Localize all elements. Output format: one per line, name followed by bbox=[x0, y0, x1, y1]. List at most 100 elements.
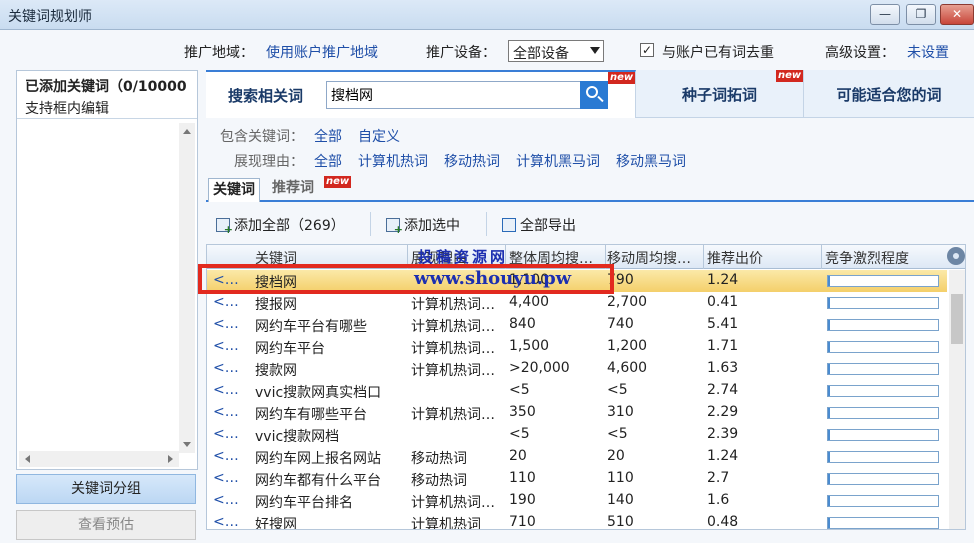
watermark-title: 投稿资源网 bbox=[418, 248, 509, 266]
minimize-button[interactable]: — bbox=[870, 4, 900, 25]
advanced-label: 高级设置： bbox=[825, 45, 895, 61]
scrollbar-thumb[interactable] bbox=[951, 294, 963, 344]
competition-bar-fill bbox=[828, 452, 830, 462]
device-label: 推广设备： bbox=[426, 45, 496, 61]
reason-cell: 移动热词 bbox=[411, 473, 467, 489]
reason-filter-row: 展现理由： 全部 计算机热词 移动热词 计算机黑马词 移动黑马词 bbox=[234, 151, 702, 171]
table-row[interactable]: <… 好搜网 计算机热词 710 510 0.48 bbox=[207, 512, 947, 529]
competition-bar-fill bbox=[828, 408, 830, 418]
bid-cell: 2.7 bbox=[707, 470, 730, 486]
title-bar: 关键词规划师 — ❐ ✕ bbox=[0, 0, 974, 30]
table-row[interactable]: <… vvic搜款网真实档口 <5 <5 2.74 bbox=[207, 380, 947, 402]
tab-suitable-words[interactable]: 可能适合您的词 bbox=[804, 70, 974, 118]
keyword-group-button[interactable]: 关键词分组 bbox=[16, 474, 196, 504]
add-keyword-link[interactable]: <… bbox=[213, 404, 249, 420]
table-row[interactable]: <… 网约车平台有哪些 计算机热词… 840 740 5.41 bbox=[207, 314, 947, 336]
keyword-cell: vvic搜款网真实档口 bbox=[255, 385, 382, 401]
reason-option-all[interactable]: 全部 bbox=[314, 151, 342, 171]
table-scrollbar[interactable] bbox=[949, 270, 965, 529]
tab-seed-expand[interactable]: 种子词拓词 new bbox=[636, 70, 804, 118]
add-keyword-link[interactable]: <… bbox=[213, 448, 249, 464]
keyword-cell: 搜报网 bbox=[255, 297, 297, 313]
add-keyword-link[interactable]: <… bbox=[213, 294, 249, 310]
bid-cell: 1.6 bbox=[707, 492, 730, 508]
header-mobile-weekly[interactable]: 移动周均搜… bbox=[607, 248, 703, 268]
search-icon-handle bbox=[597, 95, 604, 103]
new-badge: new bbox=[324, 176, 352, 188]
bid-cell: 0.41 bbox=[707, 294, 739, 310]
bid-cell: 1.71 bbox=[707, 338, 739, 354]
new-badge: new bbox=[776, 70, 804, 82]
scroll-up-icon[interactable] bbox=[183, 129, 191, 134]
new-badge: new bbox=[608, 72, 636, 84]
added-keywords-hint: 支持框内编辑 bbox=[25, 101, 109, 117]
close-button[interactable]: ✕ bbox=[940, 4, 974, 25]
tab-search-related[interactable]: 搜索相关词 new bbox=[206, 70, 636, 118]
reason-option-pc-darkhorse[interactable]: 计算机黑马词 bbox=[516, 151, 600, 171]
device-select[interactable]: 全部设备 bbox=[508, 40, 604, 62]
competition-bar-fill bbox=[828, 386, 830, 396]
add-keyword-link[interactable]: <… bbox=[213, 470, 249, 486]
add-keyword-link[interactable]: <… bbox=[213, 382, 249, 398]
view-estimate-button[interactable]: 查看预估 bbox=[16, 510, 196, 540]
include-option-all[interactable]: 全部 bbox=[314, 126, 342, 146]
reason-option-pc-hot[interactable]: 计算机热词 bbox=[358, 151, 428, 171]
header-bid[interactable]: 推荐出价 bbox=[707, 248, 763, 268]
advanced-link[interactable]: 未设置 bbox=[907, 42, 949, 62]
horizontal-scrollbar[interactable] bbox=[19, 451, 179, 467]
table-row[interactable]: <… 网约车网上报名网站 移动热词 20 20 1.24 bbox=[207, 446, 947, 468]
tab-search-related-label: 搜索相关词 bbox=[228, 87, 304, 105]
gear-icon[interactable] bbox=[947, 247, 965, 265]
keyword-cell: 网约车平台 bbox=[255, 341, 325, 357]
export-all-button[interactable]: 全部导出 bbox=[502, 215, 576, 235]
tab-recommended[interactable]: 推荐词 bbox=[272, 178, 314, 200]
region-link[interactable]: 使用账户推广地域 bbox=[266, 42, 378, 62]
scroll-right-icon[interactable] bbox=[168, 455, 173, 463]
add-keyword-link[interactable]: <… bbox=[213, 316, 249, 332]
reason-option-mobile-hot[interactable]: 移动热词 bbox=[444, 151, 500, 171]
added-keywords-count: 已添加关键词（0/10000 bbox=[25, 79, 187, 95]
pc-weekly-cell: 840 bbox=[509, 316, 536, 332]
add-keyword-link[interactable]: <… bbox=[213, 338, 249, 354]
header-competition[interactable]: 竞争激烈程度 bbox=[825, 248, 909, 268]
table-row[interactable]: <… vvic搜款网档 <5 <5 2.39 bbox=[207, 424, 947, 446]
keyword-cell: 网约车都有什么平台 bbox=[255, 473, 381, 489]
maximize-button[interactable]: ❐ bbox=[906, 4, 936, 25]
vertical-scrollbar[interactable] bbox=[179, 123, 195, 453]
table-row[interactable]: <… 网约车平台 计算机热词… 1,500 1,200 1.71 bbox=[207, 336, 947, 358]
mobile-weekly-cell: 790 bbox=[607, 272, 634, 288]
add-keyword-link[interactable]: <… bbox=[213, 426, 249, 442]
keyword-cell: vvic搜款网档 bbox=[255, 429, 340, 445]
competition-bar bbox=[827, 429, 939, 441]
settings-row: 推广地域： 使用账户推广地域 推广设备： 全部设备 ✓ 与账户已有词去重 高级设… bbox=[0, 38, 974, 64]
table-row[interactable]: <… 网约车平台排名 计算机热词… 190 140 1.6 bbox=[207, 490, 947, 512]
include-option-custom[interactable]: 自定义 bbox=[358, 126, 400, 146]
dedupe-checkbox[interactable]: ✓ bbox=[640, 43, 654, 57]
search-button[interactable] bbox=[580, 81, 608, 109]
add-selected-label: 添加选中 bbox=[404, 218, 460, 234]
competition-bar-fill bbox=[828, 496, 830, 506]
add-keyword-link[interactable]: <… bbox=[213, 492, 249, 508]
add-keyword-link[interactable]: <… bbox=[213, 360, 249, 376]
result-subtabs: 关键词 推荐词 new bbox=[206, 176, 974, 202]
add-selected-button[interactable]: 添加选中 bbox=[386, 215, 460, 236]
scroll-down-icon[interactable] bbox=[183, 442, 191, 447]
add-all-button[interactable]: 添加全部（269） bbox=[216, 215, 345, 236]
filters: 包含关键词： 全部 自定义 展现理由： 全部 计算机热词 移动热词 计算机黑马词 移动黑马词 bbox=[206, 124, 974, 174]
scroll-left-icon[interactable] bbox=[25, 455, 30, 463]
reason-option-mobile-darkhorse[interactable]: 移动黑马词 bbox=[616, 151, 686, 171]
competition-bar-fill bbox=[828, 364, 830, 374]
table-row[interactable]: <… 网约车都有什么平台 移动热词 110 110 2.7 bbox=[207, 468, 947, 490]
bid-cell: 2.39 bbox=[707, 426, 739, 442]
watermark-url: www.shouyu.pw bbox=[414, 268, 572, 289]
keyword-cell: 网约车平台排名 bbox=[255, 495, 353, 511]
table-row[interactable]: <… 网约车有哪些平台 计算机热词… 350 310 2.29 bbox=[207, 402, 947, 424]
add-keyword-link[interactable]: <… bbox=[213, 514, 249, 529]
tab-keywords[interactable]: 关键词 bbox=[208, 178, 260, 202]
bid-cell: 1.63 bbox=[707, 360, 739, 376]
search-icon bbox=[586, 86, 598, 98]
table-row[interactable]: <… 搜款网 计算机热词… >20,000 4,600 1.63 bbox=[207, 358, 947, 380]
search-input[interactable] bbox=[331, 85, 581, 105]
table-row[interactable]: <… 搜报网 计算机热词… 4,400 2,700 0.41 bbox=[207, 292, 947, 314]
competition-bar-fill bbox=[828, 320, 830, 330]
